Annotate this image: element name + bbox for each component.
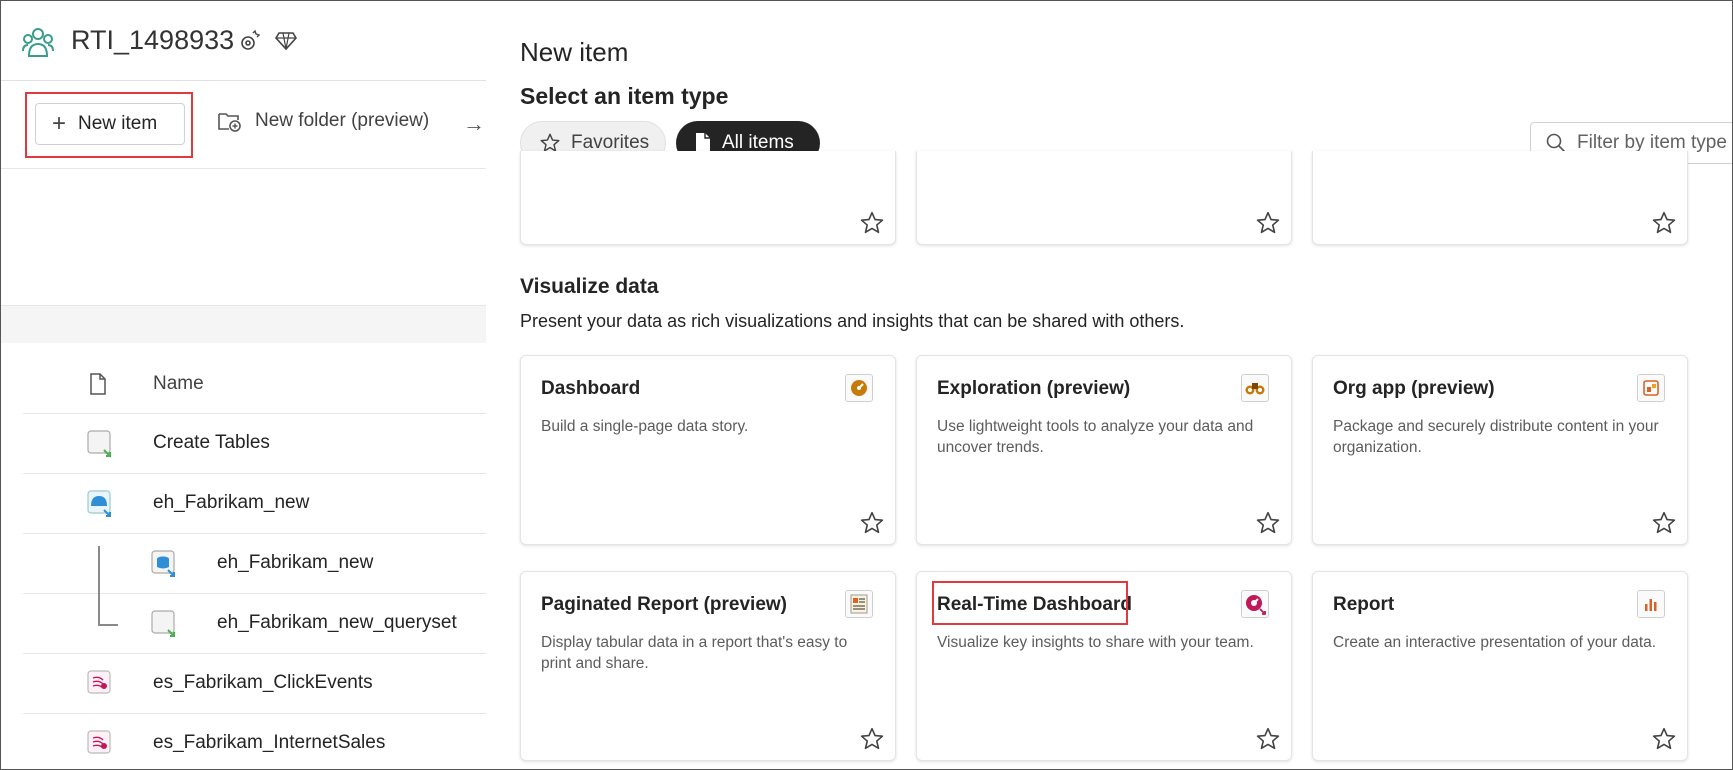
list-item-label: es_Fabrikam_ClickEvents [153,672,373,693]
eventstream-icon [87,730,111,754]
card-title: Dashboard [541,378,641,399]
new-folder-label: New folder (preview) [255,110,430,131]
card-exploration[interactable]: Exploration (preview) Use lightweight to… [916,355,1292,545]
kql-database-icon [151,550,175,577]
card-title: Org app (preview) [1333,378,1495,399]
list-item-label: es_Fabrikam_InternetSales [153,732,386,753]
card-description: Package and securely distribute content … [1333,418,1659,456]
list-item[interactable]: eh_Fabrikam_new [23,473,501,533]
favorite-star-icon[interactable] [859,210,885,236]
list-header: Name [1,361,501,413]
eventhouse-icon [87,490,111,517]
new-item-button-label: New item [78,113,158,134]
name-column-header[interactable]: Name [153,373,204,395]
list-item-label: eh_Fabrikam_new_queryset [217,612,457,633]
card-description: Display tabular data in a report that's … [541,634,848,672]
favorite-star-icon[interactable] [1255,510,1281,536]
new-item-button[interactable]: + New item [35,103,185,145]
card-title: Exploration (preview) [937,378,1131,399]
card-description: Create an interactive presentation of yo… [1333,634,1657,651]
tree-connector [98,546,118,626]
panel-title: New item [520,37,629,67]
file-type-icon [90,373,106,395]
paginated-report-icon [845,590,873,618]
panel-subtitle: Select an item type [520,83,729,109]
card-paginated-report[interactable]: Paginated Report (preview) Display tabul… [520,571,896,761]
folder-add-icon [218,113,241,132]
new-folder-button[interactable]: New folder (preview) [217,109,429,133]
realtime-dashboard-icon [1241,590,1269,618]
card-org-app[interactable]: Org app (preview) Package and securely d… [1312,355,1688,545]
section-title: Visualize data [520,275,659,298]
favorite-star-icon[interactable] [1651,210,1677,236]
workspace-title: RTI_1498933 [71,25,235,55]
workspace-header: RTI_1498933 [1,1,501,81]
favorite-star-icon[interactable] [859,726,885,752]
list-item[interactable]: es_Fabrikam_ClickEvents [23,653,501,713]
report-icon [1637,590,1665,618]
item-card-partial[interactable] [916,151,1292,245]
real-time-dashboard-highlight-box [932,581,1128,625]
card-description: Visualize key insights to share with you… [937,634,1254,651]
queryset-icon [151,610,175,637]
favorite-star-icon[interactable] [1651,726,1677,752]
card-title: Report [1333,594,1395,615]
eventstream-icon [87,670,111,694]
screen: RTI_1498933 + New item New folder (previ… [0,0,1733,770]
workspace-pane: RTI_1498933 + New item New folder (previ… [1,1,501,769]
favorite-star-icon[interactable] [1651,510,1677,536]
item-card-partial[interactable] [1312,151,1688,245]
workspace-settings-icon[interactable] [237,29,261,53]
plus-icon: + [52,110,67,137]
notebook-icon [87,430,111,457]
card-description: Use lightweight tools to analyze your da… [937,418,1254,456]
list-item[interactable]: es_Fabrikam_InternetSales [23,713,501,769]
list-item[interactable]: eh_Fabrikam_new_queryset [23,593,501,653]
list-item-label: eh_Fabrikam_new [153,492,310,513]
list-item-label: eh_Fabrikam_new [217,552,374,573]
section-description: Present your data as rich visualizations… [520,311,1185,331]
list-item[interactable]: eh_Fabrikam_new [23,533,501,593]
card-title: Paginated Report (preview) [541,594,787,615]
item-card-partial[interactable] [520,151,896,245]
card-report[interactable]: Report Create an interactive presentatio… [1312,571,1688,761]
dashboard-icon [845,374,873,402]
list-item-label: Create Tables [153,432,270,453]
favorite-star-icon[interactable] [859,510,885,536]
workspace-group-icon [22,28,54,57]
card-description: Build a single-page data story. [541,418,749,435]
favorite-star-icon[interactable] [1255,210,1281,236]
new-item-panel: New item Select an item type Favorites A… [486,1,1732,769]
filter-bar-band [1,305,501,343]
favorite-star-icon[interactable] [1255,726,1281,752]
list-item[interactable]: Create Tables [23,413,501,473]
binoculars-icon [1241,374,1269,402]
org-app-icon [1637,374,1665,402]
premium-diamond-icon [275,32,297,51]
card-dashboard[interactable]: Dashboard Build a single-page data story… [520,355,896,545]
